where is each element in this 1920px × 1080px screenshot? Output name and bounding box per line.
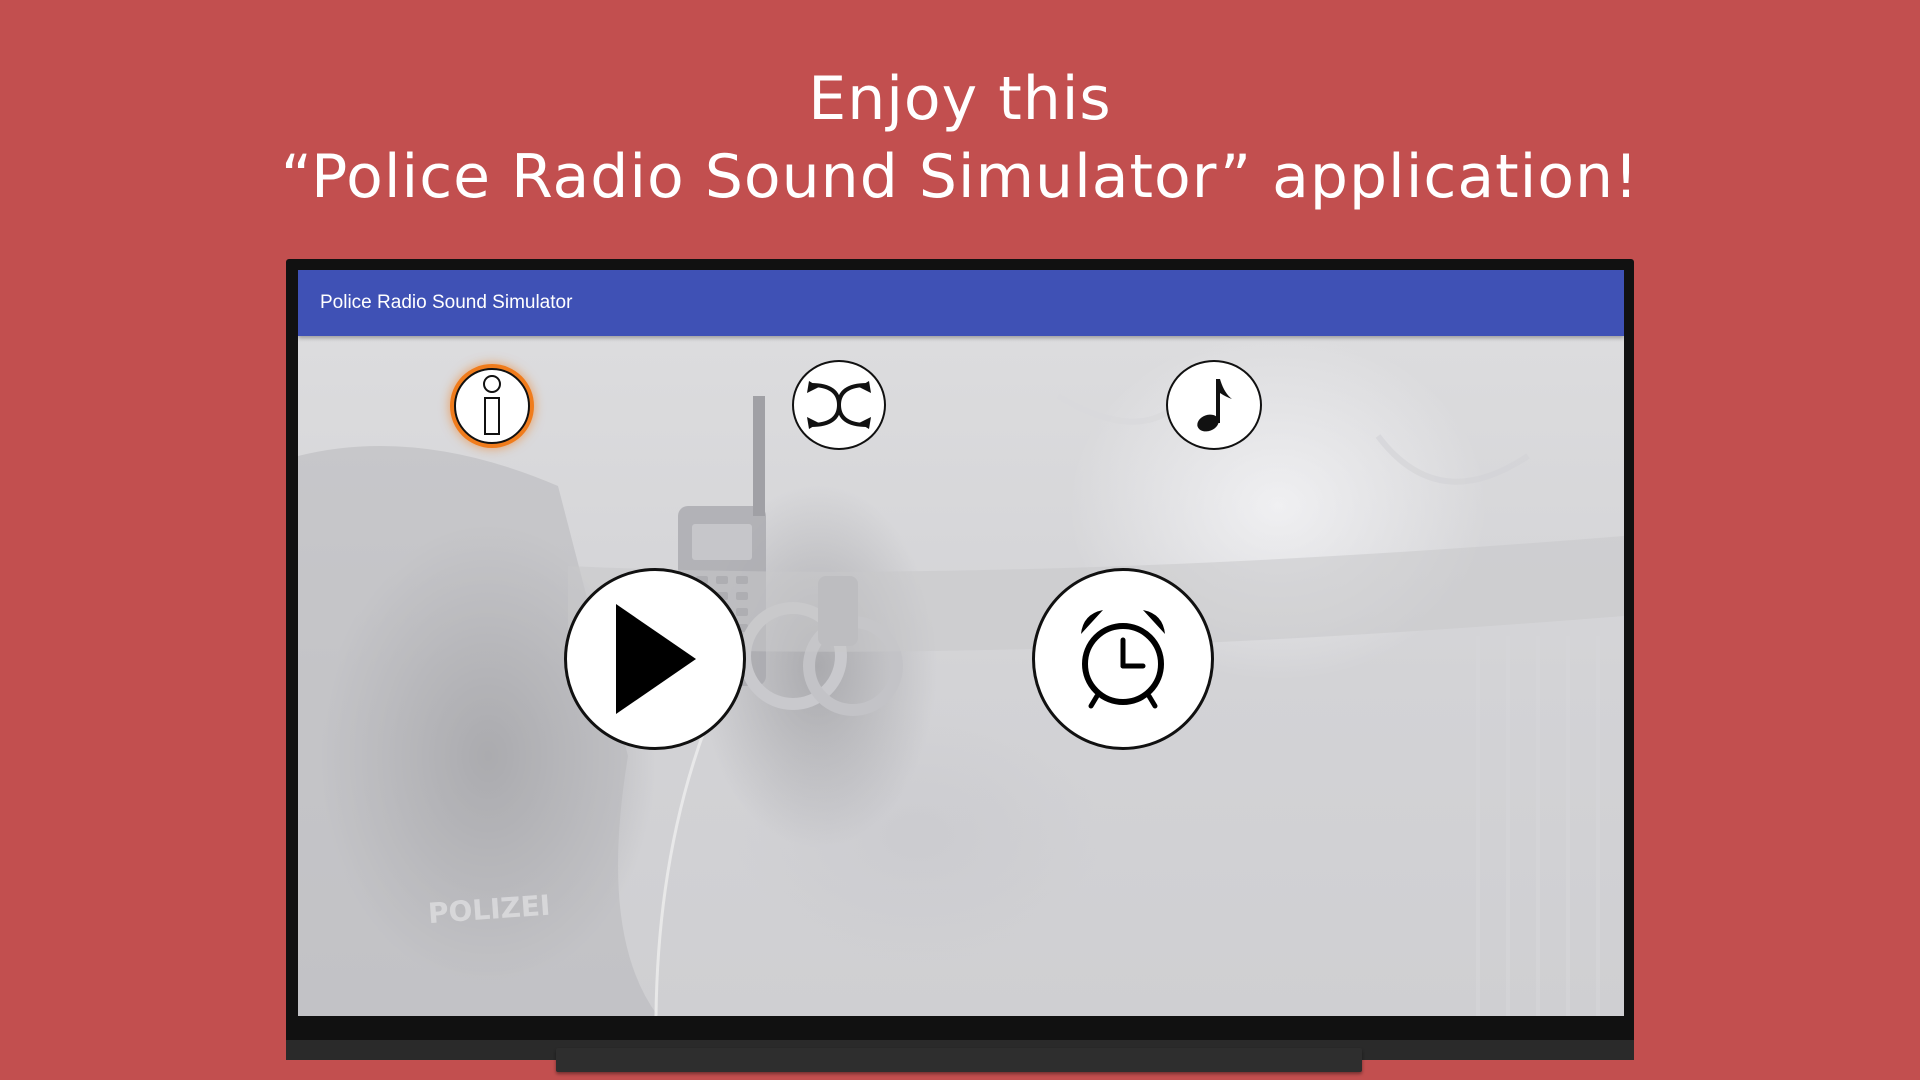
tv-stand	[556, 1048, 1362, 1072]
promo-page: Enjoy this “Police Radio Sound Simulator…	[0, 0, 1920, 1080]
music-button[interactable]	[1166, 360, 1262, 450]
tv-screen: Police Radio Sound Simulator POLIZEI	[298, 270, 1624, 1016]
play-icon	[616, 604, 696, 714]
headline-line-2: “Police Radio Sound Simulator” applicati…	[280, 142, 1640, 212]
alarm-button[interactable]	[1032, 568, 1214, 750]
music-note-icon	[1197, 379, 1232, 432]
promo-headline: Enjoy this “Police Radio Sound Simulator…	[0, 60, 1920, 216]
main-content: POLIZEI	[298, 336, 1624, 1016]
app-title: Police Radio Sound Simulator	[320, 292, 573, 313]
shuffle-icon	[807, 381, 871, 429]
info-icon	[483, 375, 501, 435]
alarm-clock-icon	[1081, 610, 1165, 709]
info-button[interactable]	[454, 368, 530, 444]
app-bar: Police Radio Sound Simulator	[298, 270, 1624, 336]
headline-line-1: Enjoy this	[808, 64, 1112, 134]
shuffle-button[interactable]	[792, 360, 886, 450]
play-button[interactable]	[564, 568, 746, 750]
